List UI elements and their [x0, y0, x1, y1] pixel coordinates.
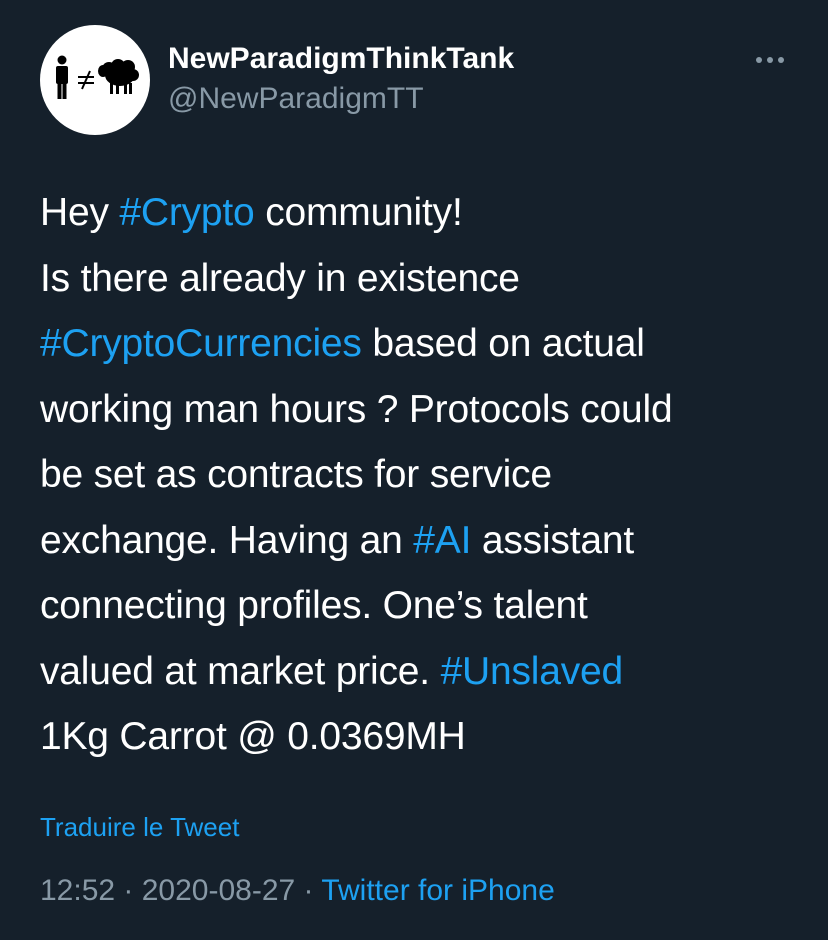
translate-tweet-link[interactable]: Traduire le Tweet [40, 812, 239, 843]
author-handle[interactable]: @NewParadigmTT [168, 82, 424, 116]
tweet-source-link[interactable]: Twitter for iPhone [321, 874, 554, 907]
person-not-equal-sheep-icon [56, 55, 139, 99]
tweet-text: Hey #Crypto community! Is there already … [40, 180, 800, 770]
tweet-text-segment: Is there already in existence [40, 256, 520, 300]
meta-separator: · [115, 874, 142, 907]
more-horizontal-icon [767, 57, 773, 63]
author-display-name[interactable]: NewParadigmThinkTank [168, 42, 514, 76]
tweet-line: Hey #Crypto community! [40, 180, 800, 246]
tweet-metadata: 12:52 · 2020-08-27 · Twitter for iPhone [40, 874, 555, 908]
avatar[interactable] [40, 25, 150, 135]
hashtag-link[interactable]: #Unslaved [441, 650, 624, 693]
tweet: NewParadigmThinkTank @NewParadigmTT Hey … [0, 0, 828, 940]
tweet-text-segment: assistant [471, 518, 634, 562]
tweet-text-segment: exchange. Having an [40, 518, 414, 562]
more-horizontal-icon [778, 57, 784, 63]
tweet-line: #CryptoCurrencies based on actual [40, 311, 800, 377]
hashtag-link[interactable]: #AI [413, 519, 471, 562]
tweet-text-segment: community! [254, 191, 463, 234]
tweet-text-segment: connecting profiles. One’s talent [40, 584, 588, 627]
tweet-line: exchange. Having an #AI assistant [40, 508, 800, 574]
tweet-text-segment: 1Kg Carrot @ 0.0369MH [40, 715, 466, 758]
tweet-text-segment: be set as contracts for service [40, 453, 552, 496]
hashtag-link[interactable]: #Crypto [119, 191, 254, 234]
tweet-date[interactable]: 2020-08-27 [142, 874, 295, 907]
tweet-line: be set as contracts for service [40, 442, 800, 508]
tweet-text-segment: Hey [40, 191, 120, 234]
tweet-text-segment: based on actual [361, 322, 645, 365]
tweet-line: 1Kg Carrot @ 0.0369MH [40, 704, 800, 770]
hashtag-link[interactable]: #CryptoCurrencies [40, 322, 362, 365]
tweet-line: connecting profiles. One’s talent [40, 573, 800, 639]
more-horizontal-icon [756, 57, 762, 63]
meta-separator: · [295, 874, 322, 907]
more-options-button[interactable] [750, 48, 790, 72]
tweet-time[interactable]: 12:52 [40, 874, 115, 907]
tweet-line: valued at market price. #Unslaved [40, 639, 800, 705]
tweet-text-segment: working man hours ? Protocols could [40, 387, 673, 431]
tweet-line: Is there already in existence [40, 246, 800, 312]
tweet-line: working man hours ? Protocols could [40, 377, 800, 443]
tweet-text-segment: valued at market price. [40, 649, 441, 693]
